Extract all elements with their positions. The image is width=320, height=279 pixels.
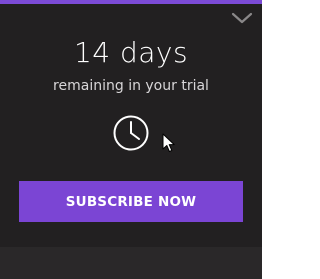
- accent-bar: [0, 0, 262, 4]
- clock-icon: [113, 115, 149, 151]
- days-remaining: 14 days: [73, 36, 189, 69]
- chevron-down-icon: [231, 12, 253, 24]
- footer-strip: [0, 247, 262, 279]
- mouse-cursor-icon: [162, 133, 175, 152]
- trial-panel: 14 days remaining in your trial SUBSCRIB…: [0, 0, 262, 279]
- trial-subtitle: remaining in your trial: [53, 78, 209, 94]
- subscribe-now-button[interactable]: SUBSCRIBE NOW: [19, 181, 243, 222]
- collapse-button[interactable]: [230, 9, 254, 27]
